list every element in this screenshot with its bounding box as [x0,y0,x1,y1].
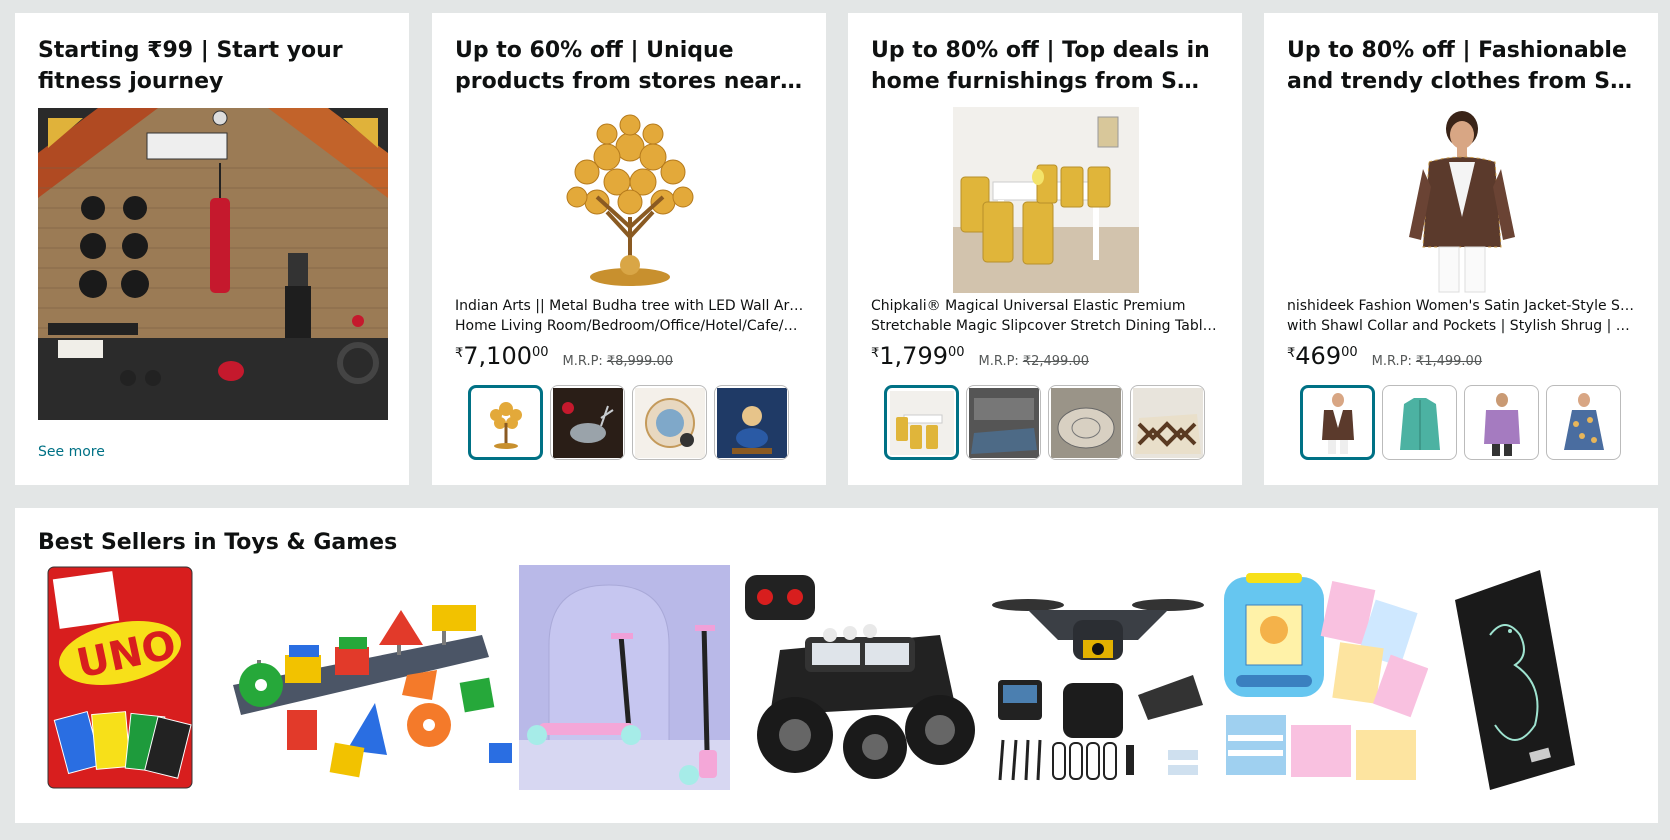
card-title-line2: and trendy clothes from Sma… [1287,69,1637,94]
budha-tree-image[interactable] [537,107,723,293]
card-title-line1: Starting ₹99 | Start your [38,38,343,63]
mrp-value: ₹2,499.00 [1022,354,1089,369]
product-title-line1: Chipkali® Magical Universal Elastic Prem… [871,298,1186,314]
product-thumbnails [884,385,1205,460]
mrp-label: M.R.P: [1371,354,1412,369]
card-title[interactable]: Up to 80% off | Top deals in home furnis… [871,35,1221,97]
product-title-line2: with Shawl Collar and Pockets | Stylish … [1287,317,1637,334]
price-symbol: ₹ [455,346,464,361]
thumbnail-pink-shirt[interactable] [1464,385,1539,460]
product-title-line1: Indian Arts || Metal Budha tree with LED… [455,298,805,314]
toy-lcd-writing-tablet[interactable] [1435,565,1658,790]
product-title-line1: nishideek Fashion Women's Satin Jacket-S… [1287,298,1637,314]
toy-kick-scooter[interactable] [519,565,730,790]
product-title-line2: Home Living Room/Bedroom/Office/Hotel/Ca… [455,317,805,334]
home-furnishings-card: Up to 80% off | Top deals in home furnis… [848,13,1242,485]
mrp-label: M.R.P: [562,354,603,369]
thumbnail-green-shirt[interactable] [1382,385,1457,460]
best-sellers-carousel: Best Sellers in Toys & Games UNO [15,508,1658,823]
toy-talking-flash-cards[interactable] [1216,565,1428,790]
product-title[interactable]: Indian Arts || Metal Budha tree with LED… [455,297,805,336]
price-fraction: 00 [1341,345,1358,360]
thumbnail-dining-chairs[interactable] [884,385,959,460]
price-symbol: ₹ [1287,346,1296,361]
product-title-line2: Stretchable Magic Slipcover Stretch Dini… [871,317,1221,334]
toy-drone-kit[interactable] [988,565,1208,790]
card-title-line1: Up to 80% off | Fashionable [1287,38,1627,63]
product-title[interactable]: nishideek Fashion Women's Satin Jacket-S… [1287,297,1637,336]
toy-rc-monster-truck[interactable] [740,565,980,790]
mrp: M.R.P: ₹2,499.00 [979,354,1089,369]
thumbnail-diamond-rug[interactable] [1130,385,1205,460]
card-title-line1: Up to 80% off | Top deals in [871,38,1210,63]
card-title[interactable]: Up to 80% off | Fashionable and trendy c… [1287,35,1637,97]
thumbnail-deer-statue[interactable] [550,385,625,460]
thumbnail-rug-living[interactable] [966,385,1041,460]
thumbnail-printed-shrug[interactable] [1546,385,1621,460]
mrp-value: ₹8,999.00 [606,354,673,369]
product-title[interactable]: Chipkali® Magical Universal Elastic Prem… [871,297,1221,336]
carousel-strip[interactable]: UNO [38,565,1658,790]
card-title[interactable]: Starting ₹99 | Start your fitness journe… [38,35,388,97]
card-title-line2: products from stores nearby [455,69,805,94]
mrp-label: M.R.P: [978,354,1019,369]
card-title[interactable]: Up to 60% off | Unique products from sto… [455,35,805,97]
thumbnail-idol-figure[interactable] [714,385,789,460]
thumbnail-shrug[interactable] [1300,385,1375,460]
price: ₹ 7,100 00 M.R.P: ₹8,999.00 [455,342,673,372]
price: ₹ 1,799 00 M.R.P: ₹2,499.00 [871,342,1089,372]
product-thumbnails [1300,385,1621,460]
toy-uno-cards[interactable]: UNO [46,565,194,790]
fitness-card: Starting ₹99 | Start your fitness journe… [15,13,409,485]
mrp: M.R.P: ₹1,499.00 [1372,354,1482,369]
see-more-link[interactable]: See more [38,444,105,460]
satin-shrug-image[interactable] [1369,107,1555,293]
price-fraction: 00 [948,345,965,360]
price-fraction: 00 [532,345,549,360]
price-whole: 469 [1295,342,1342,370]
card-title-line2: fitness journey [38,69,224,94]
product-thumbnails [468,385,789,460]
unique-products-card: Up to 60% off | Unique products from sto… [432,13,826,485]
dining-slipcover-image[interactable] [953,107,1139,293]
toy-shape-sorter[interactable] [227,565,512,790]
thumbnail-round-rug[interactable] [1048,385,1123,460]
card-title-line1: Up to 60% off | Unique [455,38,734,63]
carousel-title: Best Sellers in Toys & Games [38,530,398,555]
card-title-line2: home furnishings from Small… [871,69,1221,94]
gym-room-image[interactable] [38,108,388,420]
mrp: M.R.P: ₹8,999.00 [563,354,673,369]
thumbnail-decor-plate[interactable] [632,385,707,460]
price-whole: 1,799 [879,342,948,370]
price-whole: 7,100 [463,342,532,370]
price-symbol: ₹ [871,346,880,361]
mrp-value: ₹1,499.00 [1415,354,1483,369]
price: ₹ 469 00 M.R.P: ₹1,499.00 [1287,342,1482,372]
thumbnail-budha-tree[interactable] [468,385,543,460]
fashion-clothes-card: Up to 80% off | Fashionable and trendy c… [1264,13,1658,485]
